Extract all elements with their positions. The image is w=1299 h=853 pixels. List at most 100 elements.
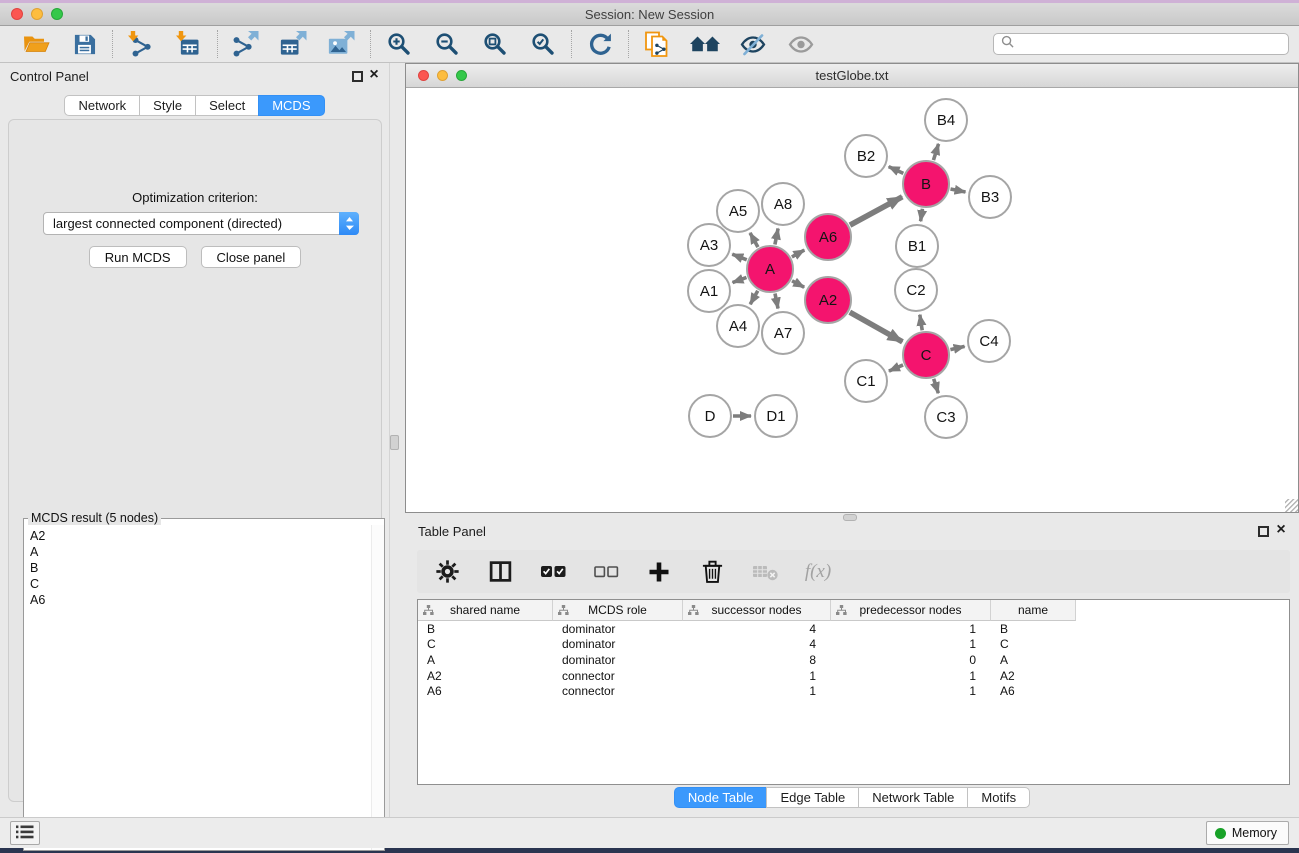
table-cell[interactable]: 1 bbox=[831, 637, 991, 651]
control-panel-close-icon[interactable]: × bbox=[366, 66, 382, 84]
graph-edge-C-C1[interactable] bbox=[889, 365, 903, 371]
table-cell[interactable]: A bbox=[991, 653, 1076, 667]
table-cell[interactable]: 1 bbox=[831, 622, 991, 636]
table-cell[interactable]: C bbox=[418, 637, 553, 651]
graph-node-A5[interactable]: A5 bbox=[717, 190, 759, 232]
table-row[interactable]: A6connector11A6 bbox=[418, 683, 1289, 699]
graph-node-D1[interactable]: D1 bbox=[755, 395, 797, 437]
graph-edge-A-A6[interactable] bbox=[792, 250, 804, 257]
criterion-select[interactable]: largest connected component (directed) bbox=[43, 212, 359, 235]
graph-edge-A6-B[interactable] bbox=[850, 197, 902, 225]
graph-node-C[interactable]: C bbox=[903, 332, 949, 378]
graph-node-B1[interactable]: B1 bbox=[896, 225, 938, 267]
memory-button[interactable]: Memory bbox=[1206, 821, 1289, 845]
table-cell[interactable]: 1 bbox=[831, 669, 991, 683]
mcds-result-item[interactable]: A bbox=[30, 544, 384, 560]
table-settings-gear-icon[interactable] bbox=[432, 557, 462, 587]
table-panel-close-icon[interactable]: × bbox=[1273, 521, 1289, 539]
table-cell[interactable]: 4 bbox=[683, 622, 831, 636]
table-cell[interactable]: C bbox=[991, 637, 1076, 651]
graph-node-A3[interactable]: A3 bbox=[688, 224, 730, 266]
tab-style[interactable]: Style bbox=[139, 95, 196, 116]
graph-edge-B-B1[interactable] bbox=[921, 209, 923, 222]
graph-node-A4[interactable]: A4 bbox=[717, 305, 759, 347]
table-cell[interactable]: A2 bbox=[991, 669, 1076, 683]
graph-edge-A-A1[interactable] bbox=[733, 277, 747, 282]
graph-edge-C-C4[interactable] bbox=[950, 346, 964, 349]
minimize-window-button[interactable] bbox=[31, 8, 43, 20]
graph-node-B4[interactable]: B4 bbox=[925, 99, 967, 141]
refresh-icon[interactable] bbox=[585, 29, 615, 59]
new-network-from-selection-icon[interactable] bbox=[642, 29, 672, 59]
save-session-icon[interactable] bbox=[69, 29, 99, 59]
table-cell[interactable]: connector bbox=[553, 669, 683, 683]
table-row[interactable]: Cdominator41C bbox=[418, 637, 1289, 653]
table-cell[interactable]: B bbox=[991, 622, 1076, 636]
graph-node-B2[interactable]: B2 bbox=[845, 135, 887, 177]
table-row[interactable]: Bdominator41B bbox=[418, 621, 1289, 637]
column-header-name[interactable]: name bbox=[991, 600, 1076, 621]
task-history-button[interactable] bbox=[10, 821, 40, 845]
tab-motifs[interactable]: Motifs bbox=[967, 787, 1030, 808]
graph-node-A1[interactable]: A1 bbox=[688, 270, 730, 312]
show-column-panel-icon[interactable] bbox=[485, 557, 515, 587]
network-canvas[interactable]: B4B2BB3A8A5A6A3B1AA1C2A2A4A7C4CC1DD1C3 bbox=[406, 88, 1298, 511]
close-panel-button[interactable]: Close panel bbox=[201, 246, 302, 268]
graph-edge-A-A4[interactable] bbox=[750, 291, 758, 304]
table-cell[interactable]: 0 bbox=[831, 653, 991, 667]
graph-node-C4[interactable]: C4 bbox=[968, 320, 1010, 362]
table-cell[interactable]: B bbox=[418, 622, 553, 636]
column-header-successor-nodes[interactable]: successor nodes bbox=[683, 600, 831, 621]
table-cell[interactable]: 4 bbox=[683, 637, 831, 651]
table-cell[interactable]: 1 bbox=[683, 684, 831, 698]
graph-node-A6[interactable]: A6 bbox=[805, 214, 851, 260]
graph-node-C2[interactable]: C2 bbox=[895, 269, 937, 311]
zoom-out-icon[interactable] bbox=[432, 29, 462, 59]
select-all-icon[interactable] bbox=[538, 557, 568, 587]
tab-mcds[interactable]: MCDS bbox=[258, 95, 324, 116]
table-row[interactable]: Adominator80A bbox=[418, 652, 1289, 668]
table-cell[interactable]: dominator bbox=[553, 653, 683, 667]
graph-edge-A-A7[interactable] bbox=[775, 293, 778, 308]
mcds-result-item[interactable]: C bbox=[30, 576, 384, 592]
table-cell[interactable]: dominator bbox=[553, 637, 683, 651]
resize-grip[interactable] bbox=[1285, 499, 1298, 512]
close-window-button[interactable] bbox=[11, 8, 23, 20]
import-network-icon[interactable] bbox=[126, 29, 156, 59]
mcds-list-scrollbar[interactable] bbox=[371, 525, 384, 850]
cybrowser-home-icon[interactable] bbox=[690, 29, 720, 59]
delete-column-icon[interactable] bbox=[697, 557, 727, 587]
graph-node-A8[interactable]: A8 bbox=[762, 183, 804, 225]
graph-node-B[interactable]: B bbox=[903, 161, 949, 207]
table-cell[interactable]: connector bbox=[553, 684, 683, 698]
mcds-result-item[interactable]: A6 bbox=[30, 592, 384, 608]
table-cell[interactable]: A6 bbox=[991, 684, 1076, 698]
import-table-icon[interactable] bbox=[174, 29, 204, 59]
table-cell[interactable]: dominator bbox=[553, 622, 683, 636]
graph-node-B3[interactable]: B3 bbox=[969, 176, 1011, 218]
graph-edge-C-C2[interactable] bbox=[920, 315, 922, 331]
network-close-button[interactable] bbox=[418, 70, 429, 81]
graph-node-A7[interactable]: A7 bbox=[762, 312, 804, 354]
zoom-selected-icon[interactable] bbox=[528, 29, 558, 59]
table-row[interactable]: A2connector11A2 bbox=[418, 668, 1289, 684]
control-panel-float-icon[interactable] bbox=[352, 71, 363, 82]
graph-node-C3[interactable]: C3 bbox=[925, 396, 967, 438]
table-cell[interactable]: A6 bbox=[418, 684, 553, 698]
graph-node-A2[interactable]: A2 bbox=[805, 277, 851, 323]
graph-edge-A-A3[interactable] bbox=[732, 254, 746, 260]
graph-edge-A-A2[interactable] bbox=[792, 281, 804, 287]
table-cell[interactable]: 8 bbox=[683, 653, 831, 667]
table-cell[interactable]: A bbox=[418, 653, 553, 667]
zoom-in-icon[interactable] bbox=[384, 29, 414, 59]
zoom-fit-icon[interactable] bbox=[480, 29, 510, 59]
tab-node-table[interactable]: Node Table bbox=[674, 787, 768, 808]
mcds-result-item[interactable]: A2 bbox=[30, 528, 384, 544]
graph-edge-A-A5[interactable] bbox=[750, 233, 758, 247]
deselect-all-icon[interactable] bbox=[591, 557, 621, 587]
hide-graphics-details-icon[interactable] bbox=[738, 29, 768, 59]
mcds-result-item[interactable]: B bbox=[30, 560, 384, 576]
graph-edge-A-A8[interactable] bbox=[775, 229, 778, 245]
add-column-icon[interactable] bbox=[644, 557, 674, 587]
graph-node-D[interactable]: D bbox=[689, 395, 731, 437]
